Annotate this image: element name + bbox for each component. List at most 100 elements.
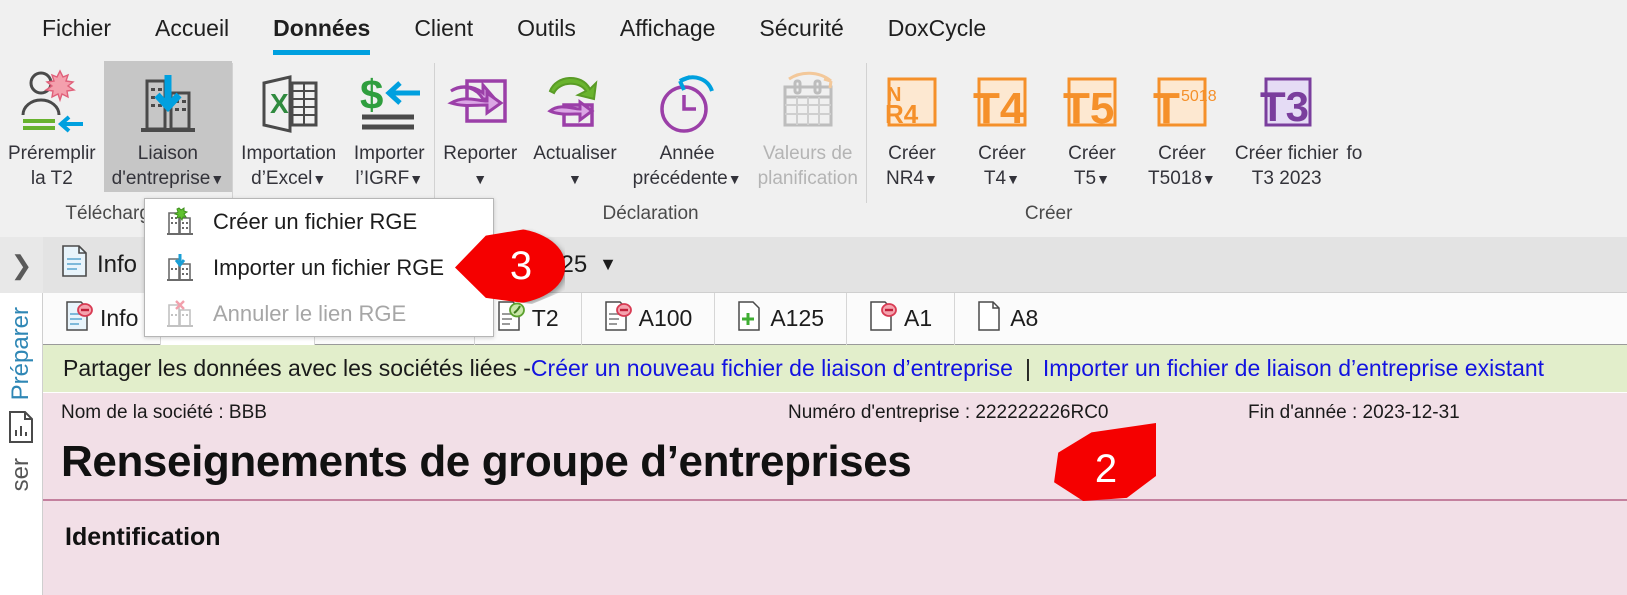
application-window: Fichier Accueil Données Client Outils Af…	[0, 0, 1627, 595]
company-name-text: Nom de la société : BBB	[61, 402, 267, 423]
svg-text:R4: R4	[885, 99, 919, 129]
ribbon-button-label-line1: Importation	[241, 143, 337, 164]
menu-item-affichage[interactable]: Affichage	[598, 0, 737, 57]
document-minus-icon	[604, 300, 632, 338]
chevron-down-icon[interactable]: ▼	[728, 171, 742, 187]
ribbon-group-creer: N R4 Créer NR4▼ T4 Créer T4▼ T5 Créer T5…	[867, 57, 1370, 237]
menu-item-accueil[interactable]: Accueil	[133, 0, 251, 57]
form-tab-a1[interactable]: A1	[847, 292, 956, 345]
create-new-business-link-file-link[interactable]: Créer un nouveau fichier de liaison d’en…	[531, 355, 1013, 382]
chevron-right-icon: ❯	[10, 249, 33, 280]
ribbon-button-label-line2: NR4	[885, 168, 924, 189]
form-title-divider	[43, 499, 1627, 501]
ribbon-button-preremplir-t2[interactable]: Préremplir la T2	[0, 61, 104, 191]
import-existing-business-link-file-link[interactable]: Importer un fichier de liaison d’entrepr…	[1043, 355, 1544, 382]
dollar-import-icon: $	[352, 67, 426, 141]
document-tab-label: Info	[97, 250, 138, 278]
ribbon-button-label-line1: Valeurs de	[763, 143, 853, 164]
chevron-down-icon[interactable]: ▼	[473, 171, 487, 187]
form-tab-a8[interactable]: A8	[955, 293, 1060, 345]
banner-prefix-text: Partager les données avec les sociétés l…	[63, 355, 531, 381]
ribbon-button-label-line1: Liaison	[137, 143, 198, 164]
form-tab-label: T2	[531, 305, 559, 331]
document-chart-icon[interactable]	[0, 410, 42, 444]
ribbon-button-label-line2: T3 2023	[1251, 168, 1322, 189]
ribbon-button-label-line2: T5	[1073, 168, 1097, 189]
ribbon-button-importer-igrf[interactable]: $ Importer l’IGRF▼	[344, 61, 434, 192]
ribbon-button-label-line1: Créer fichier	[1234, 143, 1339, 164]
sidebar-section-preparer[interactable]: Préparer	[7, 307, 35, 400]
menu-label: Outils	[517, 15, 576, 41]
ribbon-group-label-creer: Créer	[1024, 203, 1073, 224]
ribbon-button-label-line1: Reporter	[443, 143, 518, 164]
document-icon	[61, 245, 88, 284]
liaison-entreprise-dropdown-menu: Créer un fichier RGE Importer un fichier…	[144, 198, 494, 337]
ribbon-button-creer-t5[interactable]: T5 Créer T5▼	[1047, 61, 1137, 192]
excel-table-icon: X	[252, 67, 326, 141]
banner-separator: |	[1024, 355, 1031, 381]
chevron-down-icon[interactable]: ▼	[568, 171, 582, 187]
menu-item-securite[interactable]: Sécurité	[737, 0, 865, 57]
form-tab-a100[interactable]: A100	[582, 292, 716, 345]
ribbon-button-label-line1: Créer	[888, 143, 936, 164]
ribbon-button-actualiser[interactable]: Actualiser ▼	[525, 61, 624, 192]
arrow-carry-forward-icon	[443, 67, 517, 141]
chevron-down-icon[interactable]: ▼	[1096, 171, 1110, 187]
ribbon-button-creer-t4[interactable]: T4 Créer T4▼	[957, 61, 1047, 192]
chevron-down-icon: ▼	[599, 254, 617, 274]
ribbon-button-creer-fichier-t3[interactable]: T3 Créer fichier T3 2023	[1227, 61, 1346, 191]
form-selector-dropdown[interactable]: A125 ▼	[531, 251, 1627, 279]
ribbon-button-creer-t5018[interactable]: T 5018 Créer T5018▼	[1137, 61, 1227, 192]
menu-label: Données	[273, 15, 371, 41]
ribbon-button-label-line2: T5018	[1148, 168, 1202, 189]
chevron-down-icon[interactable]: ▼	[1006, 171, 1020, 187]
ribbon-button-label-line1: Préremplir	[8, 143, 96, 164]
sidebar-expand-chevron-icon[interactable]: ❯	[0, 237, 43, 293]
menu-item-label: Annuler le lien RGE	[213, 301, 407, 326]
ribbon-button-label-line2: planification	[757, 168, 858, 189]
menu-item-doxcycle[interactable]: DoxCycle	[866, 0, 1008, 57]
t4-form-icon: T4	[965, 67, 1039, 141]
document-minus-icon	[65, 300, 93, 338]
chevron-down-icon[interactable]: ▼	[924, 171, 938, 187]
menu-label: Sécurité	[759, 15, 844, 41]
menu-item-client[interactable]: Client	[392, 0, 495, 57]
chevron-down-icon[interactable]: ▼	[210, 171, 224, 187]
building-new-icon	[157, 206, 203, 238]
ribbon-button-label-line2: d'entreprise	[111, 168, 211, 189]
menu-item-fichier[interactable]: Fichier	[20, 0, 133, 57]
ribbon-button-importation-excel[interactable]: X Importation d’Excel▼	[233, 61, 344, 192]
ribbon-group-label-declaration: Déclaration	[602, 203, 699, 224]
svg-text:T4: T4	[973, 84, 1025, 133]
svg-text:5018: 5018	[1181, 88, 1217, 105]
ribbon-button-reporter[interactable]: Reporter ▼	[435, 61, 525, 192]
ribbon-button-label-line2: T4	[983, 168, 1007, 189]
calendar-icon	[771, 67, 845, 141]
t5018-form-icon: T 5018	[1145, 67, 1219, 141]
menu-item-importer-fichier-rge[interactable]: Importer un fichier RGE	[145, 245, 493, 291]
chevron-down-icon[interactable]: ▼	[409, 171, 423, 187]
building-cancel-icon	[157, 298, 203, 330]
ribbon-button-creer-nr4[interactable]: N R4 Créer NR4▼	[867, 61, 957, 192]
person-maple-leaf-icon	[15, 67, 89, 141]
ribbon-button-annee-precedente[interactable]: Année précédente▼	[625, 61, 750, 192]
menu-item-donnees[interactable]: Données	[251, 0, 392, 57]
menu-bar: Fichier Accueil Données Client Outils Af…	[0, 0, 1627, 57]
menu-item-outils[interactable]: Outils	[495, 0, 598, 57]
ribbon-button-liaison-entreprise[interactable]: Liaison d'entreprise▼	[103, 61, 233, 192]
chevron-down-icon[interactable]: ▼	[312, 171, 326, 187]
menu-item-creer-fichier-rge[interactable]: Créer un fichier RGE	[145, 199, 493, 245]
form-content-area: Nom de la société : BBB Numéro d'entrepr…	[43, 393, 1627, 595]
menu-item-label: Créer un fichier RGE	[213, 209, 418, 234]
form-tab-a125[interactable]: A125	[715, 292, 848, 345]
ribbon-button-truncated[interactable]: fo	[1346, 61, 1370, 166]
document-plus-icon	[737, 300, 763, 338]
chevron-down-icon[interactable]: ▼	[1202, 171, 1216, 187]
svg-text:X: X	[270, 88, 289, 119]
share-data-banner: Partager les données avec les sociétés l…	[43, 345, 1627, 393]
sidebar-section-next[interactable]: ser	[7, 458, 35, 491]
document-tab-info[interactable]: Info	[43, 236, 157, 293]
left-sidebar: ❯ Préparer ser	[0, 237, 43, 595]
menu-item-label: Importer un fichier RGE	[213, 255, 445, 280]
menu-label: Fichier	[42, 15, 112, 41]
